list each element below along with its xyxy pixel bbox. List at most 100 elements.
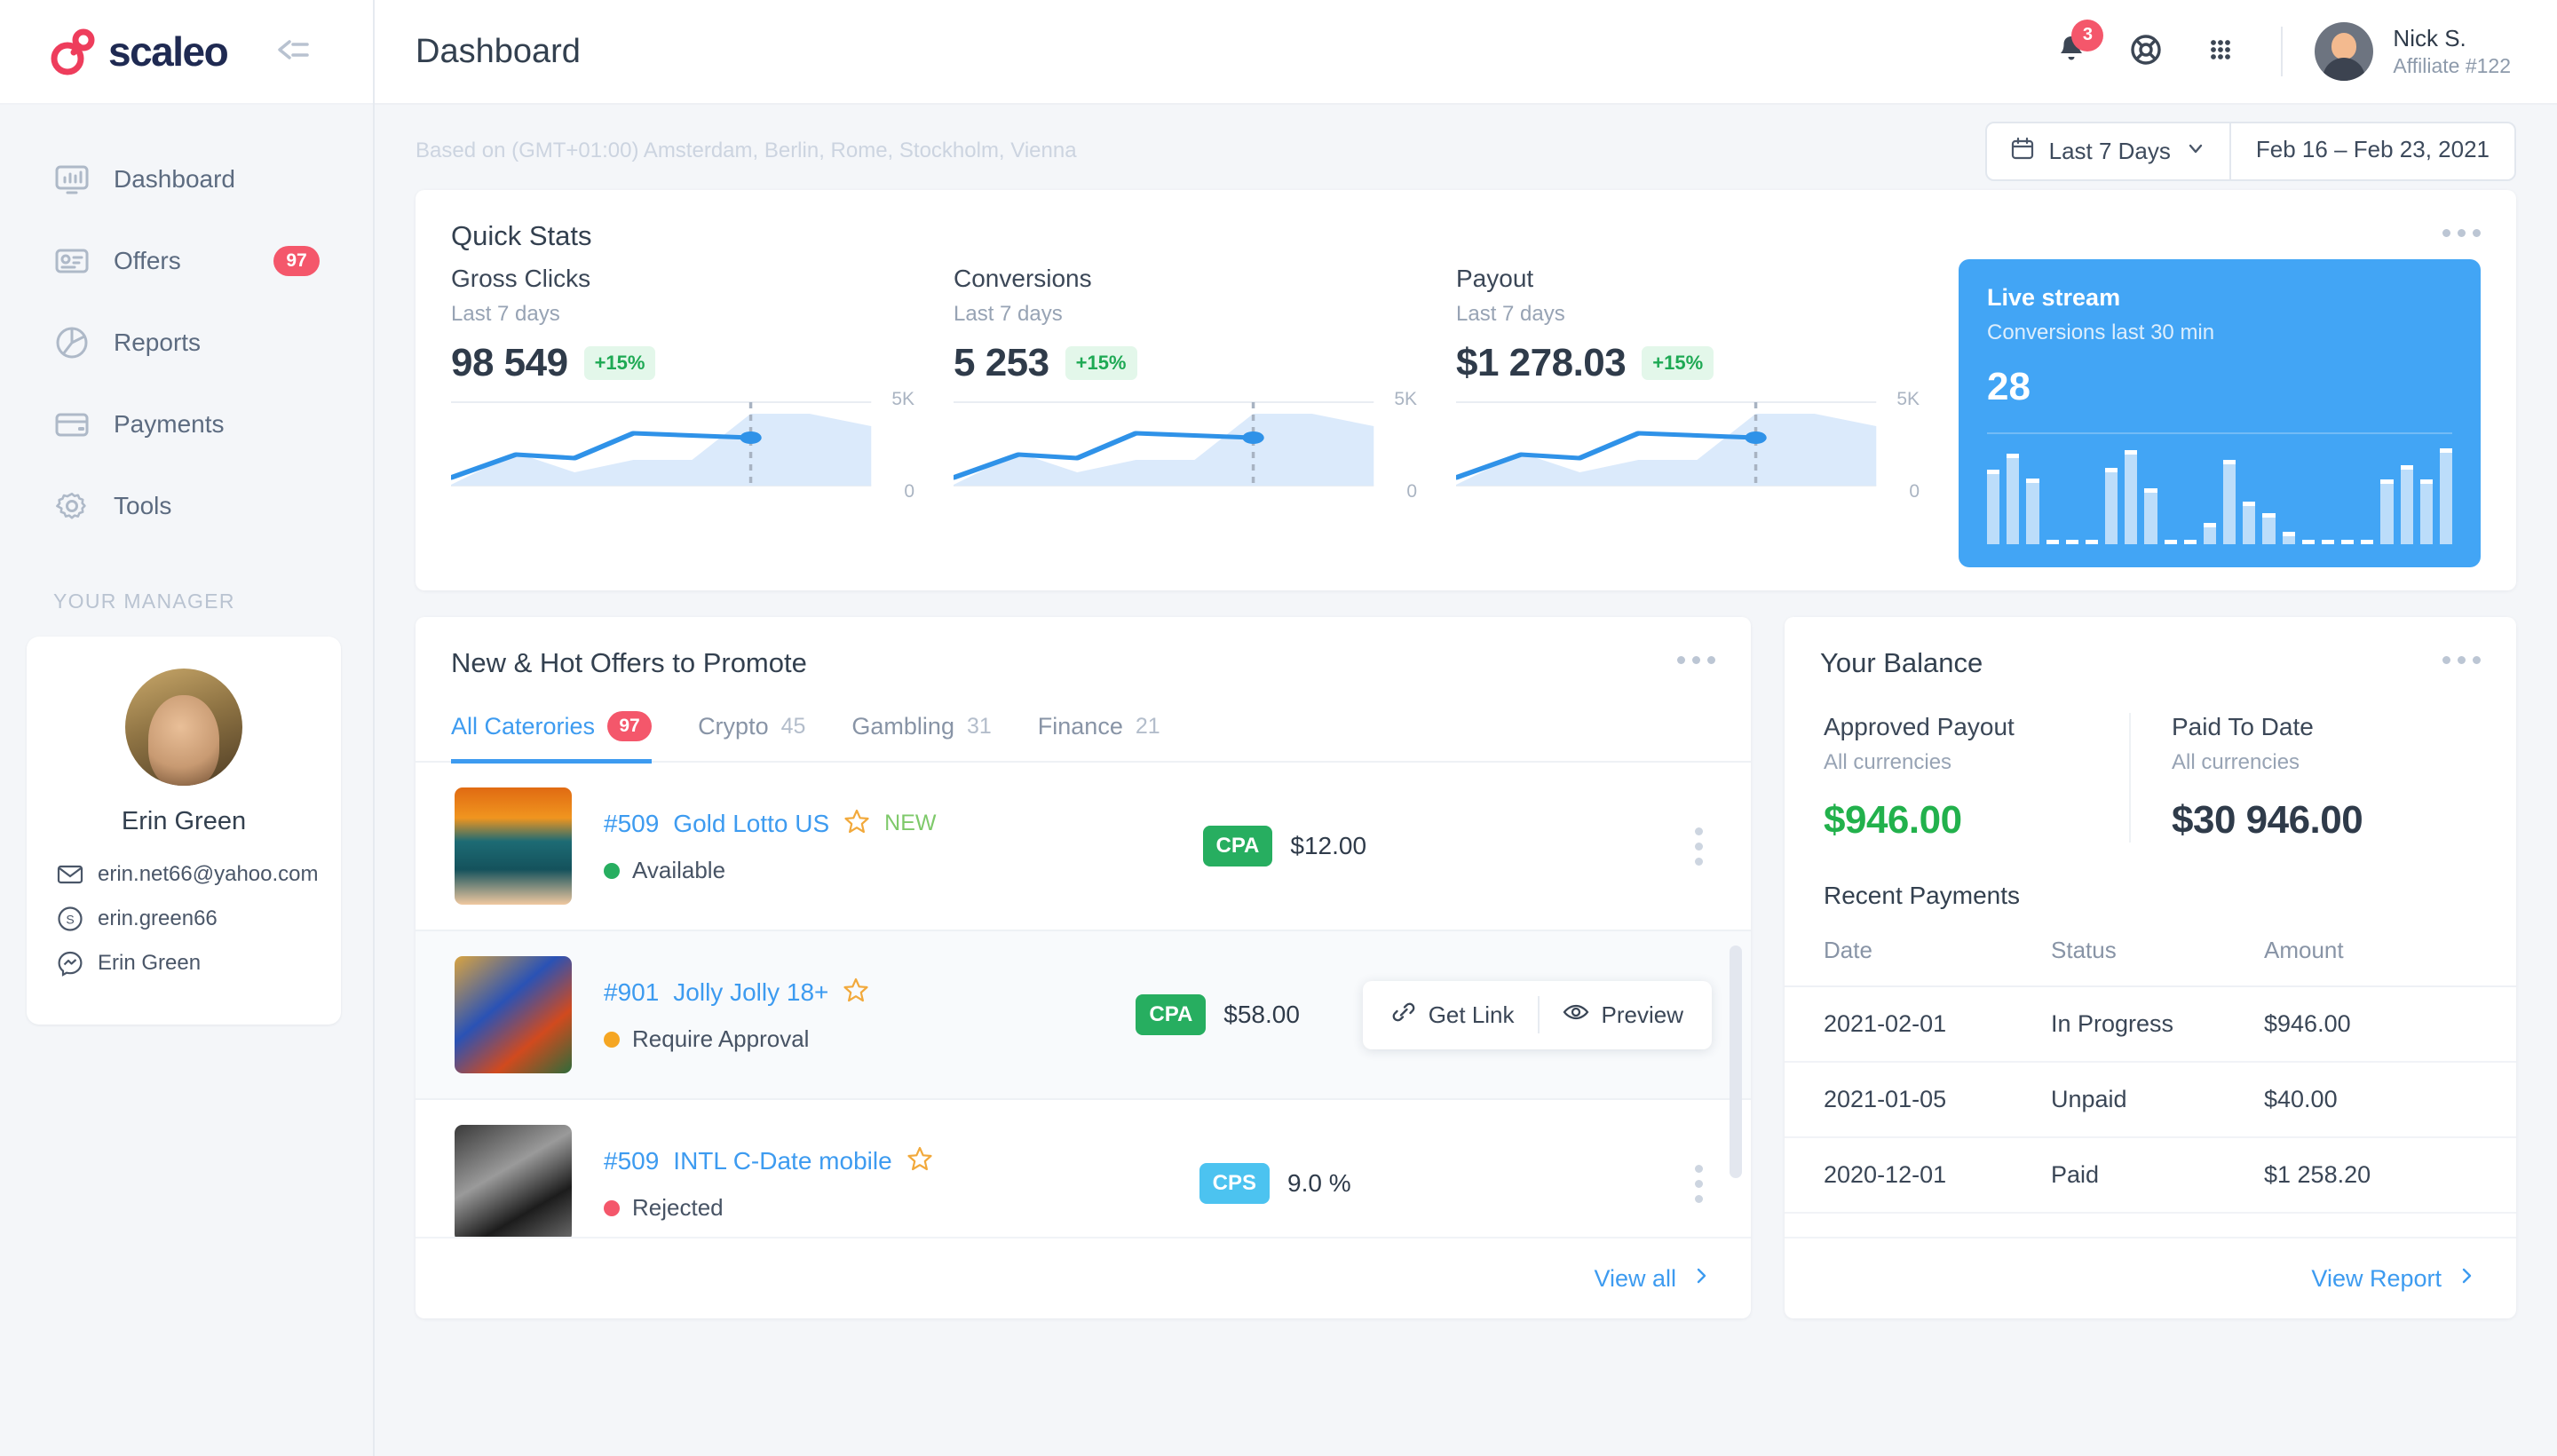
more-horizontal-icon[interactable]: [2442, 220, 2481, 237]
more-horizontal-icon[interactable]: [2442, 647, 2481, 664]
offers-card: New & Hot Offers to Promote All Caterori…: [416, 617, 1751, 1318]
manager-contact-email[interactable]: erin.net66@yahoo.com: [57, 861, 311, 888]
status-badge: In Progress: [2051, 986, 2264, 1062]
live-stream-bar: [2322, 540, 2334, 544]
stat-delta-badge: +15%: [1642, 346, 1714, 380]
live-stream-divider: [1987, 432, 2452, 434]
table-row[interactable]: #901 Jolly Jolly 18+: [416, 931, 1751, 1100]
status-dot: [604, 1032, 620, 1048]
stat-delta-badge: +15%: [1065, 346, 1137, 380]
lower-row: New & Hot Offers to Promote All Caterori…: [416, 617, 2516, 1318]
stat-value: $1 278.03: [1456, 341, 1626, 385]
main-area: Dashboard 3: [375, 0, 2557, 1456]
view-all-link[interactable]: View all: [1594, 1265, 1712, 1293]
star-outline-icon[interactable]: [906, 1145, 933, 1176]
tab-label: Gambling: [851, 713, 954, 740]
sidebar-nav: Dashboard Offers 97: [0, 105, 373, 547]
sidebar-item-label: Offers: [114, 247, 181, 275]
more-horizontal-icon[interactable]: [1677, 647, 1715, 664]
manager-contact-messenger[interactable]: Erin Green: [57, 950, 311, 977]
sidebar: scaleo: [0, 0, 375, 1456]
timezone-note: Based on (GMT+01:00) Amsterdam, Berlin, …: [416, 138, 1077, 163]
sidebar-item-label: Reports: [114, 328, 201, 357]
table-row[interactable]: #509 Gold Lotto US NEW: [416, 763, 1751, 931]
tab-crypto[interactable]: Crypto 45: [698, 711, 805, 764]
tab-label: Crypto: [698, 713, 769, 740]
stat-card-gross-clicks: Gross Clicks Last 7 days 98 549 +15%: [451, 265, 954, 567]
sparkline-axis-max: 5K: [891, 389, 914, 410]
manager-card: Erin Green erin.net66@yahoo.com S: [27, 637, 341, 1025]
preview-button[interactable]: Preview: [1540, 985, 1706, 1046]
date-range-label[interactable]: Feb 16 – Feb 23, 2021: [2231, 123, 2514, 179]
messenger-icon: [57, 950, 83, 977]
payment-date: 2020-12-01: [1785, 1137, 2051, 1213]
live-stream-bar: [2283, 532, 2295, 544]
offer-id: #509: [604, 810, 659, 838]
live-stream-bar: [2184, 540, 2197, 544]
get-link-button[interactable]: Get Link: [1368, 985, 1538, 1045]
view-report-label: View Report: [2311, 1265, 2442, 1293]
table-row[interactable]: 2021-01-05 Unpaid $40.00: [1785, 1062, 2516, 1137]
offers-tabs: All Caterories 97 Crypto 45 Gambling 31: [416, 711, 1751, 763]
column-header-date: Date: [1785, 928, 2051, 986]
live-stream-bar: [2243, 502, 2255, 544]
live-stream-bar: [2401, 465, 2413, 544]
tab-badge: 97: [607, 711, 652, 741]
table-row[interactable]: 2020-12-01 Paid $1 258.20: [1785, 1137, 2516, 1213]
payout-amount: $58.00: [1223, 1001, 1300, 1029]
approved-payout-label: Approved Payout: [1824, 713, 2129, 741]
user-menu[interactable]: Nick S. Affiliate #122: [2315, 22, 2511, 81]
stat-sub: Last 7 days: [954, 302, 1417, 327]
sidebar-item-offers[interactable]: Offers 97: [0, 220, 373, 302]
manager-messenger-value: Erin Green: [98, 951, 201, 976]
live-stream-bar: [2086, 540, 2098, 544]
tab-all-categories[interactable]: All Caterories 97: [451, 711, 652, 764]
tab-label: All Caterories: [451, 713, 595, 740]
skype-icon: S: [57, 906, 83, 932]
live-stream-bar: [2105, 468, 2118, 544]
offers-scrollbar[interactable]: [1730, 946, 1742, 1178]
live-stream-bar: [2302, 540, 2315, 544]
sidebar-item-payments[interactable]: Payments: [0, 384, 373, 465]
star-outline-icon[interactable]: [843, 808, 870, 839]
sparkline-axis-max: 5K: [1394, 389, 1417, 410]
live-stream-bar: [2165, 540, 2177, 544]
view-report-link[interactable]: View Report: [2311, 1265, 2477, 1293]
tab-finance[interactable]: Finance 21: [1038, 711, 1160, 764]
tab-gambling[interactable]: Gambling 31: [851, 711, 991, 764]
sparkline-chart: 5K 0: [1456, 400, 1920, 494]
offers-title: New & Hot Offers to Promote: [451, 647, 807, 679]
lifebuoy-icon[interactable]: [2128, 32, 2164, 72]
sparkline-chart: 5K 0: [451, 400, 914, 494]
kebab-menu-icon[interactable]: [1686, 1156, 1712, 1212]
collapse-sidebar-icon[interactable]: [273, 36, 313, 67]
sidebar-item-tools[interactable]: Tools: [0, 465, 373, 547]
offer-name[interactable]: Jolly Jolly 18+: [673, 978, 828, 1007]
manager-contact-skype[interactable]: S erin.green66: [57, 906, 311, 932]
date-preset-select[interactable]: Last 7 Days: [1987, 123, 2231, 179]
table-row[interactable]: #509 INTL C-Date mobile: [416, 1100, 1751, 1237]
payment-date: 2021-02-01: [1785, 986, 2051, 1062]
svg-text:S: S: [66, 913, 74, 927]
sidebar-item-reports[interactable]: Reports: [0, 302, 373, 384]
balance-card: Your Balance Approved Payout All currenc…: [1785, 617, 2516, 1318]
topbar: Dashboard 3: [375, 0, 2557, 105]
offer-name[interactable]: INTL C-Date mobile: [673, 1147, 891, 1175]
sidebar-offers-badge: 97: [273, 246, 320, 276]
table-row[interactable]: 2021-02-01 In Progress $946.00: [1785, 986, 2516, 1062]
bell-icon[interactable]: 3: [2054, 32, 2089, 72]
manager-skype-value: erin.green66: [98, 906, 218, 931]
apps-grid-icon[interactable]: [2203, 32, 2238, 72]
chevron-right-icon: [1690, 1265, 1712, 1293]
quick-stats-row: Gross Clicks Last 7 days 98 549 +15%: [416, 265, 2516, 567]
offer-name[interactable]: Gold Lotto US: [673, 810, 829, 838]
topbar-divider: [2281, 27, 2283, 76]
sidebar-item-label: Tools: [114, 492, 171, 520]
offer-new-tag: NEW: [884, 811, 936, 836]
kebab-menu-icon[interactable]: [1686, 819, 1712, 874]
offers-footer: View all: [416, 1237, 1751, 1318]
offer-action-buttons: Get Link: [1363, 981, 1712, 1049]
sidebar-item-dashboard[interactable]: Dashboard: [0, 138, 373, 220]
live-stream-bar: [2262, 513, 2275, 544]
star-outline-icon[interactable]: [843, 977, 869, 1008]
